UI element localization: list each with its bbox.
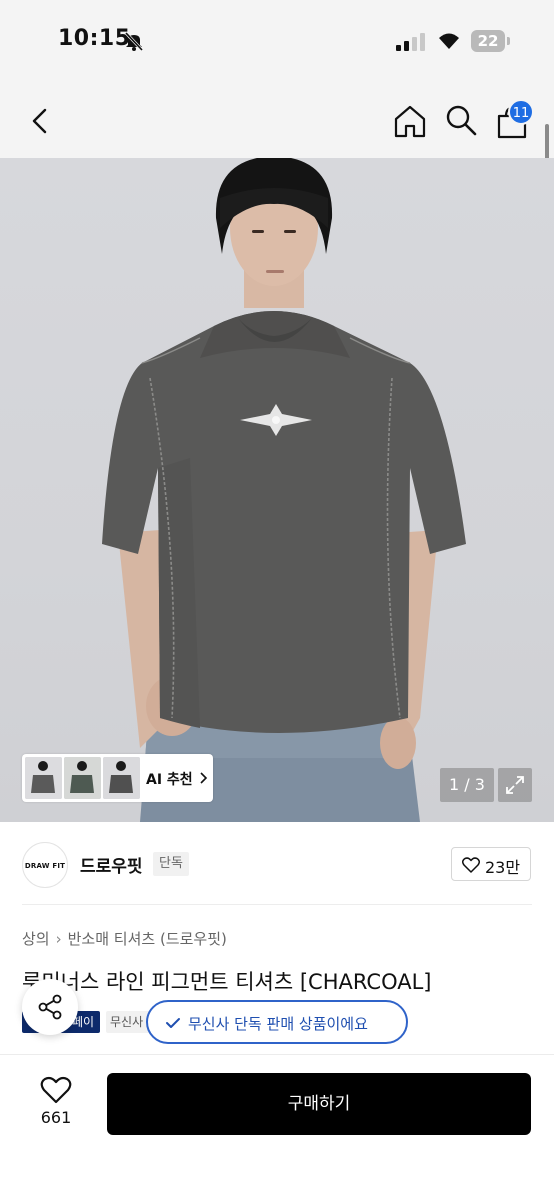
product-title: 루미너스 라인 피그먼트 티셔츠 [CHARCOAL] — [22, 970, 432, 994]
toast-text: 무신사 단독 판매 상품이에요 — [188, 1015, 368, 1033]
top-nav — [0, 86, 554, 158]
brand-like-button[interactable]: 23만 — [451, 847, 531, 881]
thumbnail-image — [103, 757, 140, 799]
exclusive-tag: 단독 — [153, 852, 189, 876]
thumbnail-3[interactable] — [103, 757, 140, 799]
cart-count-badge: 11 — [508, 99, 534, 125]
buy-button[interactable]: 구매하기 — [107, 1073, 531, 1135]
ai-recommend-label[interactable]: AI 추천 — [146, 769, 193, 789]
thumbnail-image — [25, 757, 62, 799]
status-time: 10:15 — [58, 26, 131, 51]
thumbnail-image — [64, 757, 101, 799]
breadcrumb-separator-icon: › — [55, 930, 62, 948]
wishlist-heart-icon[interactable] — [40, 1076, 72, 1104]
battery-indicator: 22 — [471, 30, 505, 52]
exclusive-toast: 무신사 단독 판매 상품이에요 — [146, 1000, 408, 1044]
status-bar: 10:15 22 — [0, 0, 554, 86]
thumbnail-2[interactable] — [64, 757, 101, 799]
brand-like-count: 23만 — [485, 858, 521, 877]
product-image[interactable]: 1 / 3 — [0, 158, 554, 822]
breadcrumb-item[interactable]: 반소매 티셔츠 (드로우핏) — [68, 930, 227, 948]
search-icon[interactable] — [443, 102, 479, 138]
wifi-icon — [439, 33, 459, 49]
expand-button[interactable] — [498, 768, 532, 802]
thumbnail-1[interactable] — [25, 757, 62, 799]
chevron-right-icon — [200, 772, 208, 784]
back-icon[interactable] — [24, 104, 58, 138]
heart-icon — [462, 857, 480, 873]
home-icon[interactable] — [391, 102, 429, 140]
ai-recommend-strip[interactable]: AI 추천 — [22, 754, 213, 802]
brand-logo[interactable]: DRAW FIT — [22, 842, 68, 888]
share-icon — [38, 994, 62, 1020]
breadcrumb: 상의 › 반소매 티셔츠 (드로우핏) — [22, 928, 227, 949]
divider — [22, 904, 532, 905]
expand-icon — [506, 776, 524, 794]
wishlist-count: 661 — [40, 1108, 72, 1127]
check-icon — [166, 1018, 180, 1028]
battery-nub — [507, 37, 510, 45]
breadcrumb-item[interactable]: 상의 — [22, 930, 50, 948]
share-button[interactable] — [22, 979, 78, 1035]
image-page-indicator: 1 / 3 — [440, 768, 494, 802]
bell-off-icon — [124, 31, 144, 52]
model-photo — [102, 158, 466, 822]
brand-name[interactable]: 드로우핏 — [80, 852, 143, 877]
signal-icon — [396, 33, 425, 51]
